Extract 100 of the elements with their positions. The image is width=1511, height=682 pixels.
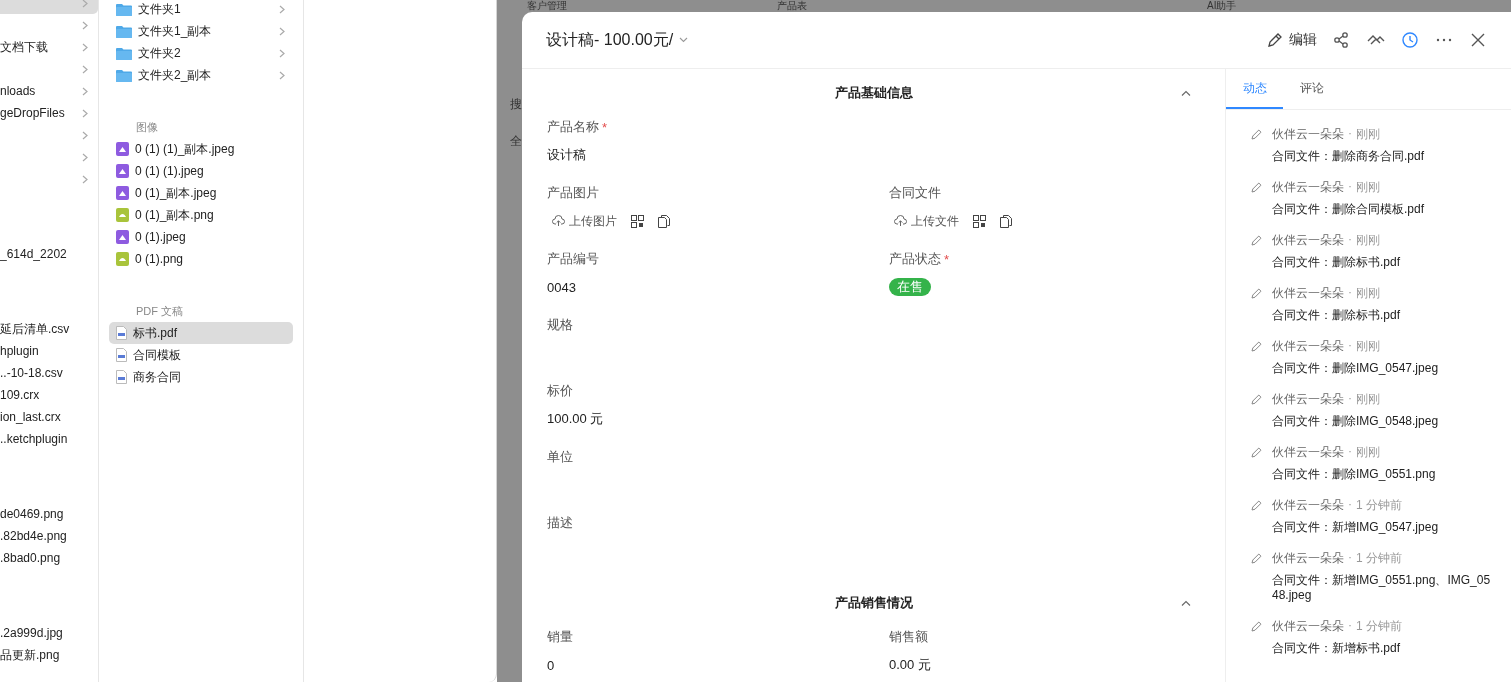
field-label: 销量	[547, 628, 573, 646]
file-row[interactable]: 标书.pdf	[109, 322, 293, 344]
file-name: 0 (1)_副本.jpeg	[135, 184, 217, 202]
file-name: .2a999d.jpg	[0, 626, 63, 640]
folder-icon	[116, 2, 132, 16]
file-row[interactable]: 0 (1) (1)_副本.jpeg	[109, 138, 293, 160]
tab[interactable]: 动态	[1226, 69, 1283, 109]
collapse-icon[interactable]	[1181, 90, 1191, 96]
folder-icon	[116, 46, 132, 60]
copy-icon[interactable]	[1000, 214, 1012, 228]
file-row[interactable]: 文件夹2_副本	[109, 64, 293, 86]
section-heading: PDF 文稿	[135, 303, 185, 319]
file-row[interactable]: de0469.png	[0, 503, 98, 525]
activity-user: 伙伴云一朵朵	[1272, 126, 1344, 143]
file-row[interactable]: 品更新.png	[0, 644, 98, 666]
field-label: 标价	[547, 382, 573, 400]
file-name: ion_last.crx	[0, 410, 61, 424]
share-icon[interactable]	[1333, 31, 1351, 49]
file-row[interactable]: .8bad0.png	[0, 547, 98, 569]
separator-dot: ·	[1348, 338, 1352, 354]
field-label: 产品编号	[547, 250, 599, 268]
file-row[interactable]: hplugin	[0, 340, 98, 362]
file-row[interactable]: ion_last.crx	[0, 406, 98, 428]
chevron-icon	[279, 70, 285, 80]
file-row[interactable]: 商务合同	[109, 366, 293, 388]
file-row[interactable]: geDropFiles	[0, 102, 98, 124]
file-row[interactable]: 0 (1) (1).jpeg	[109, 160, 293, 182]
field-label: 产品图片	[547, 184, 599, 202]
file-row[interactable]: ..ketchplugin	[0, 428, 98, 450]
file-row[interactable]: 文件夹1_副本	[109, 20, 293, 42]
file-row[interactable]: .2a999d.jpg	[0, 622, 98, 644]
activity-user: 伙伴云一朵朵	[1272, 618, 1344, 635]
pencil-icon	[1251, 234, 1263, 246]
file-row[interactable]: 文档下载	[0, 36, 98, 58]
tab[interactable]: 评论	[1283, 69, 1340, 109]
activity-time: 刚刚	[1356, 391, 1380, 408]
separator-dot: ·	[1348, 550, 1352, 566]
clock-icon[interactable]	[1401, 31, 1419, 49]
upload-button[interactable]: 上传文件	[889, 212, 959, 230]
workspace-title: 客户管理	[527, 0, 568, 13]
qr-code-icon[interactable]	[631, 214, 644, 228]
activity-time: 刚刚	[1356, 444, 1380, 461]
file-row[interactable]: 延后清单.csv	[0, 318, 98, 340]
separator-dot: ·	[1348, 232, 1352, 248]
activity-user: 伙伴云一朵朵	[1272, 285, 1344, 302]
file-name: 0 (1).png	[135, 252, 184, 266]
separator-dot: ·	[1348, 391, 1352, 407]
copy-icon[interactable]	[658, 214, 670, 228]
file-row[interactable]: 0 (1).jpeg	[109, 226, 293, 248]
activity-user: 伙伴云一朵朵	[1272, 550, 1344, 567]
caret-icon[interactable]	[679, 37, 689, 43]
activity-text: 合同文件：新增IMG_0547.jpeg	[1272, 520, 1439, 535]
pencil-icon	[1251, 287, 1263, 299]
sidebar-text: 搜	[510, 96, 522, 113]
file-row[interactable]: 文件夹1	[109, 0, 293, 20]
pencil-icon	[1251, 620, 1263, 632]
image-file-icon	[116, 142, 129, 156]
chevron-icon	[82, 20, 88, 30]
file-row[interactable]: nloads	[0, 80, 98, 102]
activity-time: 1 分钟前	[1356, 497, 1402, 514]
field-label: 销售额	[889, 628, 928, 646]
file-row[interactable]: 109.crx	[0, 384, 98, 406]
file-row[interactable]: .82bd4e.png	[0, 525, 98, 547]
file-name: 0 (1) (1)_副本.jpeg	[135, 140, 235, 158]
activity-time: 1 分钟前	[1356, 618, 1402, 635]
file-row[interactable]: 0 (1).png	[109, 248, 293, 270]
file-row[interactable]: ..-10-18.csv	[0, 362, 98, 384]
file-name: 文档下载	[0, 38, 48, 56]
activity-time: 刚刚	[1356, 338, 1380, 355]
file-row[interactable]: 0 (1)_副本.jpeg	[109, 182, 293, 204]
field-label: 合同文件	[889, 184, 941, 202]
file-name: de0469.png	[0, 507, 64, 521]
file-row[interactable]: 0 (1)_副本.png	[109, 204, 293, 226]
file-name: 延后清单.csv	[0, 320, 70, 338]
activity-text: 合同文件：删除IMG_0547.jpeg	[1272, 361, 1439, 376]
folder-icon	[116, 24, 132, 38]
required-mark: *	[602, 119, 608, 135]
image-file-icon	[116, 208, 129, 222]
pencil-icon	[1251, 499, 1263, 511]
chevron-icon	[279, 26, 285, 36]
activity-user: 伙伴云一朵朵	[1272, 232, 1344, 249]
document-icon	[116, 370, 127, 384]
edit-button[interactable]: 编辑	[1267, 31, 1317, 49]
close-icon[interactable]	[1469, 31, 1487, 49]
chevron-icon	[82, 42, 88, 52]
file-row[interactable]: _614d_2202	[0, 243, 98, 265]
activity-time: 1 分钟前	[1356, 550, 1402, 567]
pencil-icon	[1251, 128, 1263, 140]
cloud-upload-icon	[552, 215, 565, 227]
collapse-icon[interactable]	[1181, 600, 1191, 606]
file-name: .82bd4e.png	[0, 529, 67, 543]
activity-user: 伙伴云一朵朵	[1272, 444, 1344, 461]
file-row[interactable]: 合同模板	[109, 344, 293, 366]
file-row[interactable]: 文件夹2	[109, 42, 293, 64]
cloud-upload-icon	[894, 215, 907, 227]
file-name: 文件夹1_副本	[138, 22, 212, 40]
chevron-icon	[82, 64, 88, 74]
file-name: hplugin	[0, 344, 39, 358]
upload-button[interactable]: 上传图片	[547, 212, 617, 230]
qr-code-icon[interactable]	[973, 214, 986, 228]
